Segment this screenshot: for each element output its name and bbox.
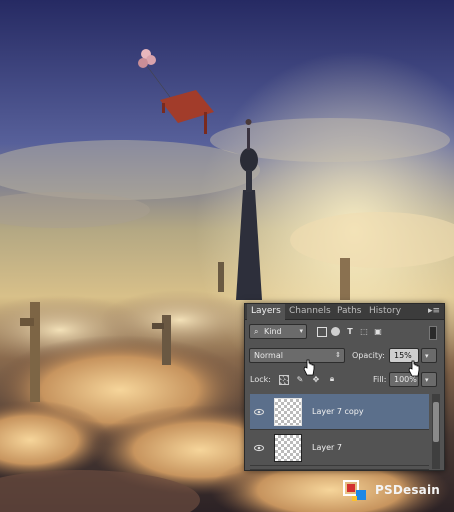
psdesain-logo-icon [343,480,366,501]
layer-row-partial[interactable] [250,466,429,470]
hand-cursor-icon [303,359,315,376]
layers-panel: Layers Channels Paths History ▸≡ ⌕ Kind … [244,303,445,471]
hand-cursor-icon [408,360,420,377]
layer-row-layer-7-copy[interactable]: Layer 7 copy [250,394,429,430]
smart-object-filter-icon[interactable]: ▣ [373,326,383,336]
lock-label: Lock: [250,375,271,384]
opacity-dropdown-button[interactable]: ▾ [421,348,437,363]
panel-menu-icon[interactable]: ▸≡ [428,306,440,316]
blend-mode-select[interactable]: Normal ⇕ [249,348,345,363]
filter-kind-select[interactable]: ⌕ Kind ▾ [249,324,307,339]
shape-filter-icon[interactable]: ⬚ [359,326,369,336]
tab-layers[interactable]: Layers [247,304,285,320]
layer-name: Layer 7 [312,443,342,452]
search-icon: ⌕ [254,327,259,336]
fill-label: Fill: [373,375,387,384]
watermark-text: PSDesain [375,483,441,497]
filter-toggle-switch[interactable] [429,326,437,340]
type-filter-icon[interactable]: T [345,326,355,336]
eye-icon[interactable] [254,407,264,417]
tab-paths[interactable]: Paths [333,304,365,319]
fill-dropdown-button[interactable]: ▾ [421,372,437,387]
chevron-down-icon: ▾ [299,327,303,335]
layer-thumbnail [274,434,302,462]
layer-name: Layer 7 copy [312,407,364,416]
eye-icon[interactable] [254,443,264,453]
panel-tab-bar: Layers Channels Paths History ▸≡ [245,304,444,320]
blend-mode-value: Normal [254,351,283,360]
layer-thumbnail [274,398,302,426]
filter-row: ⌕ Kind ▾ T ⬚ ▣ [245,324,444,340]
lock-icon[interactable]: 🔒︎ [327,374,337,384]
layers-scrollbar[interactable] [432,394,440,469]
scrollbar-thumb[interactable] [433,402,439,442]
chevron-down-icon: ▾ [425,376,429,384]
adjustment-filter-icon[interactable] [331,327,340,336]
opacity-label: Opacity: [352,351,385,360]
chevron-down-icon: ▾ [425,352,429,360]
filter-kind-label: Kind [264,327,282,336]
psdesain-logo: PSDesain [343,478,453,506]
lock-transparent-pixels-icon[interactable] [279,375,289,385]
chevron-updown-icon: ⇕ [335,351,341,359]
layer-row-layer-7[interactable]: Layer 7 [250,430,429,466]
tab-history[interactable]: History [365,304,405,319]
tab-channels[interactable]: Channels [285,304,335,319]
pixel-filter-icon[interactable] [317,327,327,337]
